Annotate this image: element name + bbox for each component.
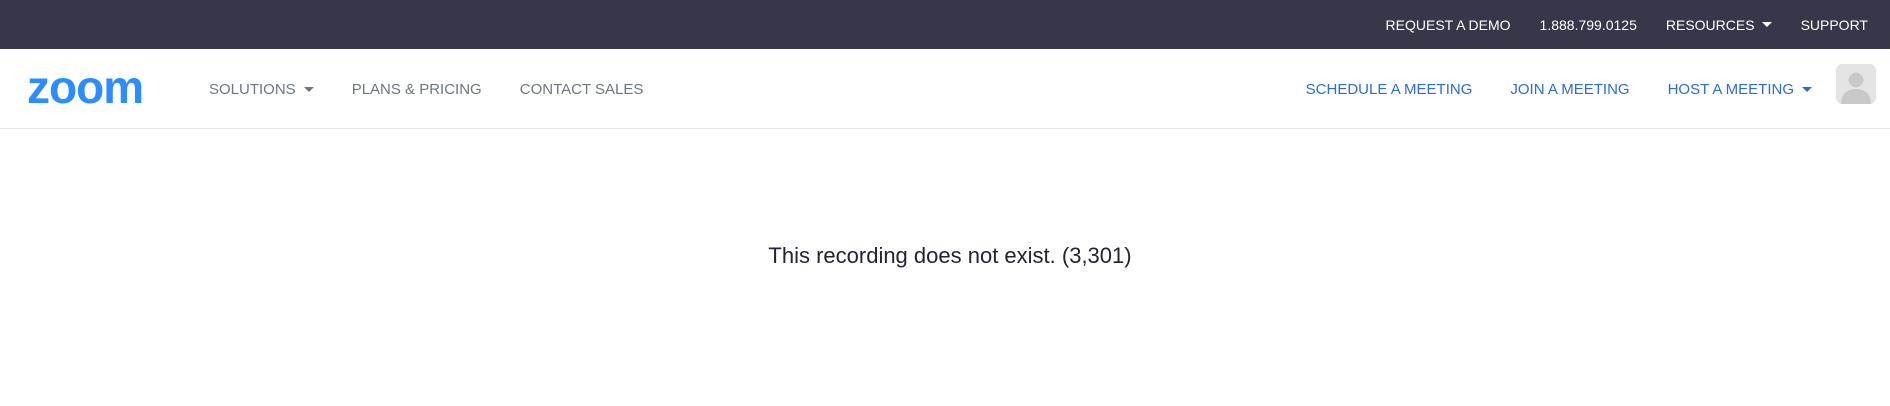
contact-sales-link[interactable]: CONTACT SALES (520, 81, 644, 98)
schedule-meeting-label: SCHEDULE A MEETING (1305, 80, 1473, 98)
user-avatar-button[interactable] (1836, 64, 1876, 104)
plans-pricing-label: PLANS & PRICING (351, 80, 482, 98)
solutions-dropdown[interactable]: SOLUTIONS (209, 81, 314, 98)
phone-number-link[interactable]: 1.888.799.0125 (1540, 17, 1637, 33)
request-demo-link[interactable]: REQUEST A DEMO (1386, 17, 1511, 33)
top-utility-links: REQUEST A DEMO 1.888.799.0125 RESOURCES … (1386, 0, 1868, 49)
top-utility-bar: REQUEST A DEMO 1.888.799.0125 RESOURCES … (0, 0, 1890, 49)
contact-sales-label: CONTACT SALES (519, 80, 644, 98)
main-content: This recording does not exist. (3,301) (0, 130, 1890, 406)
error-message: This recording does not exist. (3,301) (768, 243, 1132, 268)
meeting-actions-nav: SCHEDULE A MEETING JOIN A MEETING HOST A… (1306, 49, 1812, 129)
host-meeting-dropdown[interactable]: HOST A MEETING (1668, 81, 1812, 98)
user-avatar-icon (1836, 64, 1876, 104)
schedule-meeting-link[interactable]: SCHEDULE A MEETING (1306, 81, 1473, 98)
zoom-logo[interactable]: zoom (27, 61, 167, 113)
caret-down-icon (303, 86, 314, 92)
caret-down-icon (1761, 22, 1772, 27)
primary-nav: SOLUTIONS PLANS & PRICING CONTACT SALES (209, 49, 643, 129)
main-navbar: zoom SOLUTIONS PLANS & PRICING CONTACT S… (0, 49, 1890, 129)
host-meeting-label: HOST A MEETING (1667, 80, 1794, 98)
resources-dropdown[interactable]: RESOURCES (1666, 17, 1772, 33)
caret-down-icon (1802, 86, 1812, 92)
support-label: SUPPORT (1800, 16, 1868, 33)
zoom-logo-icon: zoom (27, 61, 144, 113)
phone-number-label: 1.888.799.0125 (1539, 16, 1637, 33)
solutions-label: SOLUTIONS (209, 80, 296, 98)
plans-pricing-link[interactable]: PLANS & PRICING (352, 81, 482, 98)
join-meeting-label: JOIN A MEETING (1510, 80, 1630, 98)
support-link[interactable]: SUPPORT (1801, 17, 1868, 33)
join-meeting-link[interactable]: JOIN A MEETING (1510, 81, 1629, 98)
request-demo-label: REQUEST A DEMO (1385, 16, 1511, 33)
resources-label: RESOURCES (1665, 16, 1755, 33)
logo-text: zoom (27, 69, 143, 109)
